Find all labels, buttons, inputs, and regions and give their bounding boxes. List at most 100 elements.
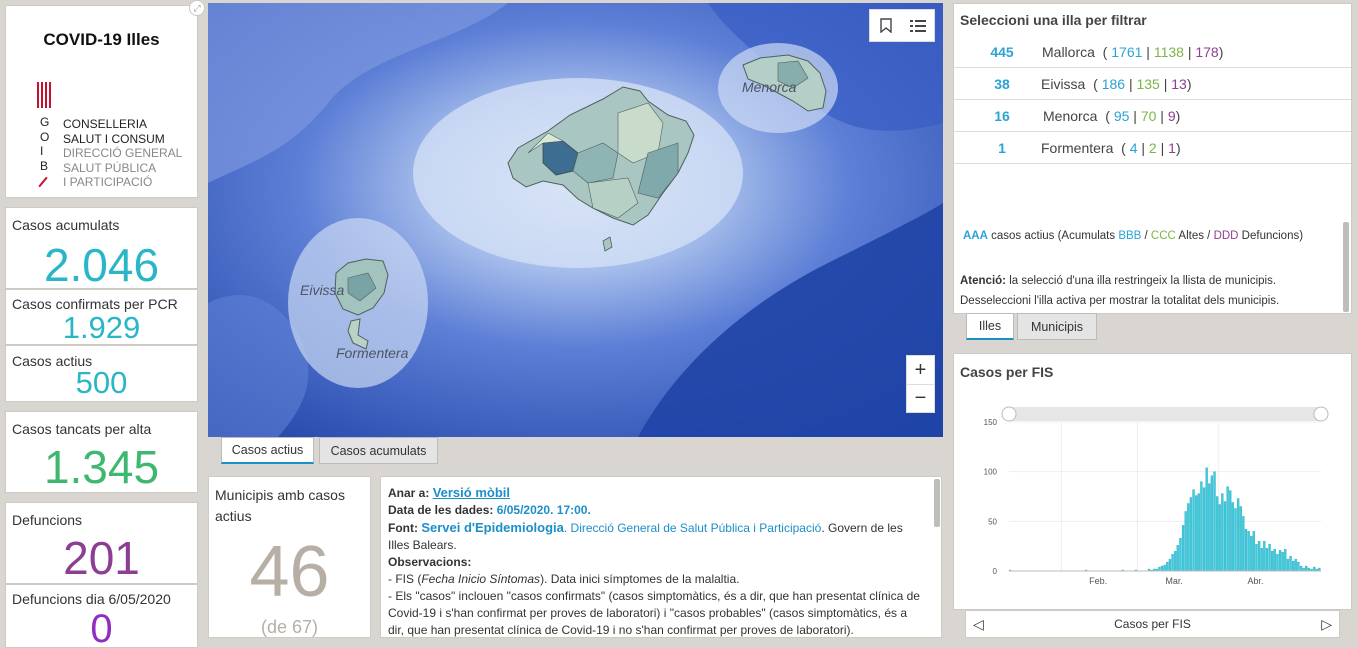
tab-illes[interactable]: Illes <box>966 313 1014 340</box>
fis-bar[interactable] <box>1166 561 1169 572</box>
kpi-casos-pcr: Casos confirmats per PCR 1.929 <box>5 289 198 345</box>
map-toolbar <box>869 9 935 42</box>
fis-bar[interactable] <box>1195 495 1198 572</box>
fis-bar[interactable] <box>1273 548 1276 572</box>
fis-bar[interactable] <box>1299 565 1303 572</box>
tab-casos-acumulats[interactable]: Casos acumulats <box>319 437 438 464</box>
range-slider-handle-left[interactable] <box>1001 406 1017 422</box>
fis-bar[interactable] <box>1168 558 1172 572</box>
map-canvas[interactable]: Menorca Eivissa Formentera <box>208 3 943 437</box>
fis-bar[interactable] <box>1187 503 1190 572</box>
logo-line: SALUT I CONSUM <box>63 131 165 146</box>
map-view[interactable]: Menorca Eivissa Formentera + − <box>208 3 943 437</box>
fis-bar[interactable] <box>1268 544 1271 572</box>
fis-bar[interactable] <box>1197 493 1200 572</box>
fis-bar[interactable] <box>1218 504 1221 572</box>
fis-bar[interactable] <box>1213 471 1216 572</box>
logo-slash <box>38 176 48 188</box>
legend-list-icon[interactable] <box>902 10 934 41</box>
fis-bar[interactable] <box>1174 550 1177 572</box>
fis-bar[interactable] <box>1236 498 1240 572</box>
kpi-defuncions: Defuncions 201 <box>5 502 198 584</box>
island-altes: 2 <box>1148 140 1157 156</box>
fis-bar[interactable] <box>1289 555 1292 572</box>
logo-panel: COVID-19 Illes G O I B CONSELLERIA SALUT… <box>5 5 198 198</box>
fis-bar[interactable] <box>1226 486 1229 572</box>
island-actius: 1 <box>998 140 1006 156</box>
fis-bar[interactable] <box>1184 511 1187 572</box>
fis-bar[interactable] <box>1229 490 1232 572</box>
logo-letter: B <box>40 158 49 173</box>
anar-label: Anar a: <box>388 486 430 500</box>
island-row-eivissa[interactable]: 38 Eivissa ( 186 | 135 | 13) <box>954 68 1351 100</box>
fis-bar[interactable] <box>1292 560 1295 572</box>
fis-bar[interactable] <box>1294 558 1297 572</box>
fis-bar[interactable] <box>1250 536 1253 572</box>
fis-bar[interactable] <box>1247 531 1250 572</box>
fis-bar[interactable] <box>1231 502 1235 572</box>
map-label-menorca: Menorca <box>742 79 797 95</box>
kpi-label: Defuncions <box>12 512 83 528</box>
logo-line: I PARTICIPACIÓ <box>63 175 153 189</box>
fis-chart-panel: Casos per FIS 0 50 100 150 Feb. Mar. Abr. <box>953 353 1352 610</box>
fis-bar[interactable] <box>1244 529 1248 572</box>
fis-bar[interactable] <box>1176 545 1179 572</box>
fis-bar[interactable] <box>1158 566 1161 572</box>
fis-bar[interactable] <box>1208 483 1211 572</box>
fis-bar[interactable] <box>1284 548 1287 572</box>
fis-bar[interactable] <box>1160 565 1164 572</box>
island-row-menorca[interactable]: 16 Menorca ( 95 | 70 | 9) <box>954 100 1351 132</box>
fis-bar[interactable] <box>1263 541 1266 572</box>
legend-ccc: CCC <box>1150 230 1176 242</box>
fis-bar[interactable] <box>1281 551 1284 572</box>
fis-bar[interactable] <box>1205 467 1208 572</box>
fis-bar[interactable] <box>1242 516 1245 572</box>
bookmark-icon[interactable] <box>870 10 902 41</box>
illes-scrollbar[interactable] <box>1343 222 1349 312</box>
island-acumulats: 95 <box>1113 108 1130 124</box>
island-row-mallorca[interactable]: 445 Mallorca ( 1761 | 1138 | 178) <box>954 36 1351 68</box>
fis-bar[interactable] <box>1210 475 1214 572</box>
fis-bar[interactable] <box>1260 548 1263 572</box>
tab-casos-actius[interactable]: Casos actius <box>221 437 314 464</box>
maximize-icon[interactable]: ⤢ <box>189 0 205 16</box>
fis-bar[interactable] <box>1265 548 1269 572</box>
fis-bar[interactable] <box>1223 501 1227 572</box>
fis-bar[interactable] <box>1239 506 1242 572</box>
versio-mobil-link[interactable]: Versió mòbil <box>433 485 510 500</box>
fis-bar[interactable] <box>1189 497 1193 572</box>
fis-bar-chart[interactable]: 0 50 100 150 Feb. Mar. Abr. <box>954 354 1352 604</box>
next-arrow-icon[interactable]: ▷ <box>1321 616 1332 633</box>
fis-bar[interactable] <box>1163 564 1166 572</box>
fis-bar[interactable] <box>1181 525 1185 572</box>
range-slider-handle-right[interactable] <box>1313 406 1329 422</box>
fis-bar[interactable] <box>1286 558 1290 572</box>
illes-title: Seleccioni una illa per filtrar <box>960 12 1147 28</box>
fis-bar[interactable] <box>1278 549 1282 572</box>
fis-bar[interactable] <box>1257 541 1261 572</box>
range-slider-track[interactable] <box>1009 407 1321 421</box>
fis-bar[interactable] <box>1215 496 1219 572</box>
kpi-casos-alta: Casos tancats per alta 1.345 <box>5 411 198 493</box>
fis-bar[interactable] <box>1276 553 1279 572</box>
island-name: Eivissa <box>1041 76 1086 92</box>
zoom-out-button[interactable]: − <box>907 384 934 412</box>
fis-bar[interactable] <box>1221 493 1224 572</box>
fis-bar[interactable] <box>1252 531 1256 572</box>
fis-bar[interactable] <box>1255 544 1258 572</box>
servei-epidemiologia-link[interactable]: Servei d'Epidemiologia <box>421 520 564 535</box>
fis-bar[interactable] <box>1192 489 1195 572</box>
info-scrollbar[interactable] <box>934 479 940 527</box>
fis-bar[interactable] <box>1297 561 1300 572</box>
fis-bar[interactable] <box>1179 538 1182 572</box>
island-row-formentera[interactable]: 1 Formentera ( 4 | 2 | 1) <box>954 132 1351 164</box>
fis-bar[interactable] <box>1202 487 1206 572</box>
zoom-in-button[interactable]: + <box>907 356 934 384</box>
fis-bar[interactable] <box>1305 565 1308 572</box>
fis-bar[interactable] <box>1171 553 1174 572</box>
tab-municipis[interactable]: Municipis <box>1017 313 1097 340</box>
fis-bar[interactable] <box>1312 566 1316 572</box>
fis-bar[interactable] <box>1234 508 1237 572</box>
fis-bar[interactable] <box>1271 550 1274 572</box>
fis-bar[interactable] <box>1200 481 1203 572</box>
